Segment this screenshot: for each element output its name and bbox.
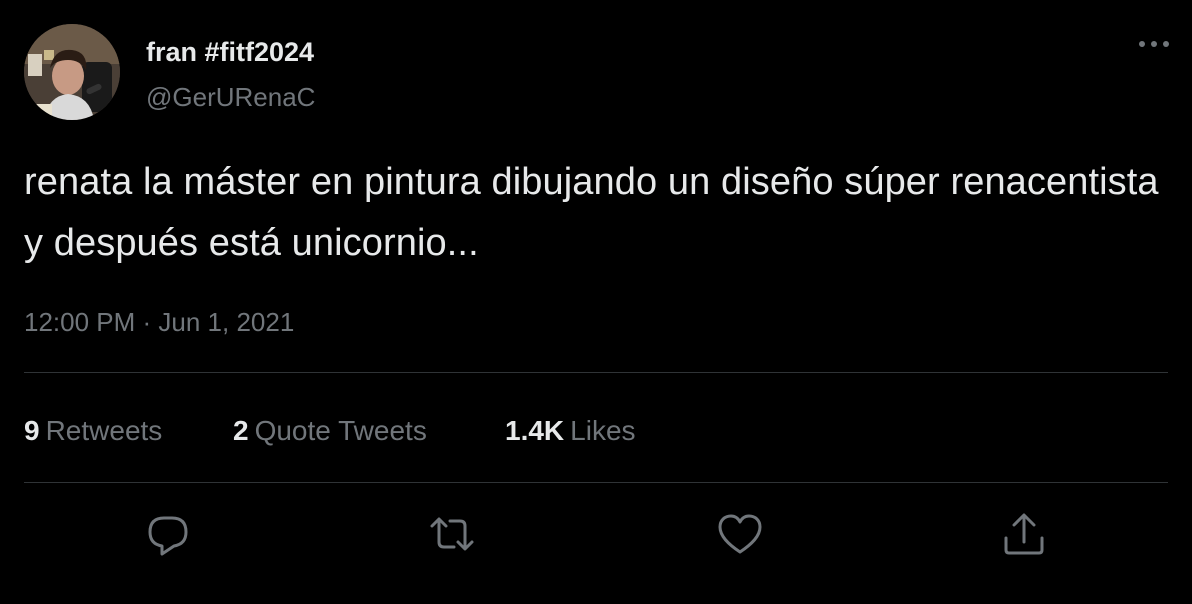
likes-stat[interactable]: 1.4K Likes — [505, 410, 636, 452]
like-icon[interactable] — [716, 510, 764, 558]
retweet-icon[interactable] — [428, 510, 476, 558]
user-handle[interactable]: @GerURenaC — [146, 80, 315, 114]
more-options-icon[interactable] — [1136, 32, 1172, 56]
quote-tweets-stat[interactable]: 2 Quote Tweets — [233, 410, 505, 452]
divider — [24, 372, 1168, 373]
share-icon[interactable] — [1000, 510, 1048, 558]
likes-label: Likes — [570, 415, 636, 446]
likes-count: 1.4K — [505, 415, 565, 446]
divider — [24, 482, 1168, 483]
action-bar — [0, 510, 1192, 560]
display-name[interactable]: fran #fitf2024 — [146, 34, 315, 70]
retweets-count: 9 — [24, 415, 40, 446]
avatar-image — [24, 24, 120, 120]
quote-tweets-label: Quote Tweets — [254, 415, 427, 446]
tweet-card: fran #fitf2024 @GerURenaC renata la mást… — [0, 0, 1192, 604]
tweet-text: renata la máster en pintura dibujando un… — [24, 161, 1159, 264]
avatar[interactable] — [24, 24, 120, 120]
quote-tweets-count: 2 — [233, 415, 249, 446]
author-info: fran #fitf2024 @GerURenaC — [146, 34, 315, 114]
reply-icon[interactable] — [144, 510, 192, 558]
engagement-stats: 9 Retweets 2 Quote Tweets 1.4K Likes — [24, 410, 636, 452]
tweet-timestamp[interactable]: 12:00 PM · Jun 1, 2021 — [24, 302, 294, 342]
retweets-label: Retweets — [45, 415, 163, 446]
retweets-stat[interactable]: 9 Retweets — [24, 410, 233, 452]
